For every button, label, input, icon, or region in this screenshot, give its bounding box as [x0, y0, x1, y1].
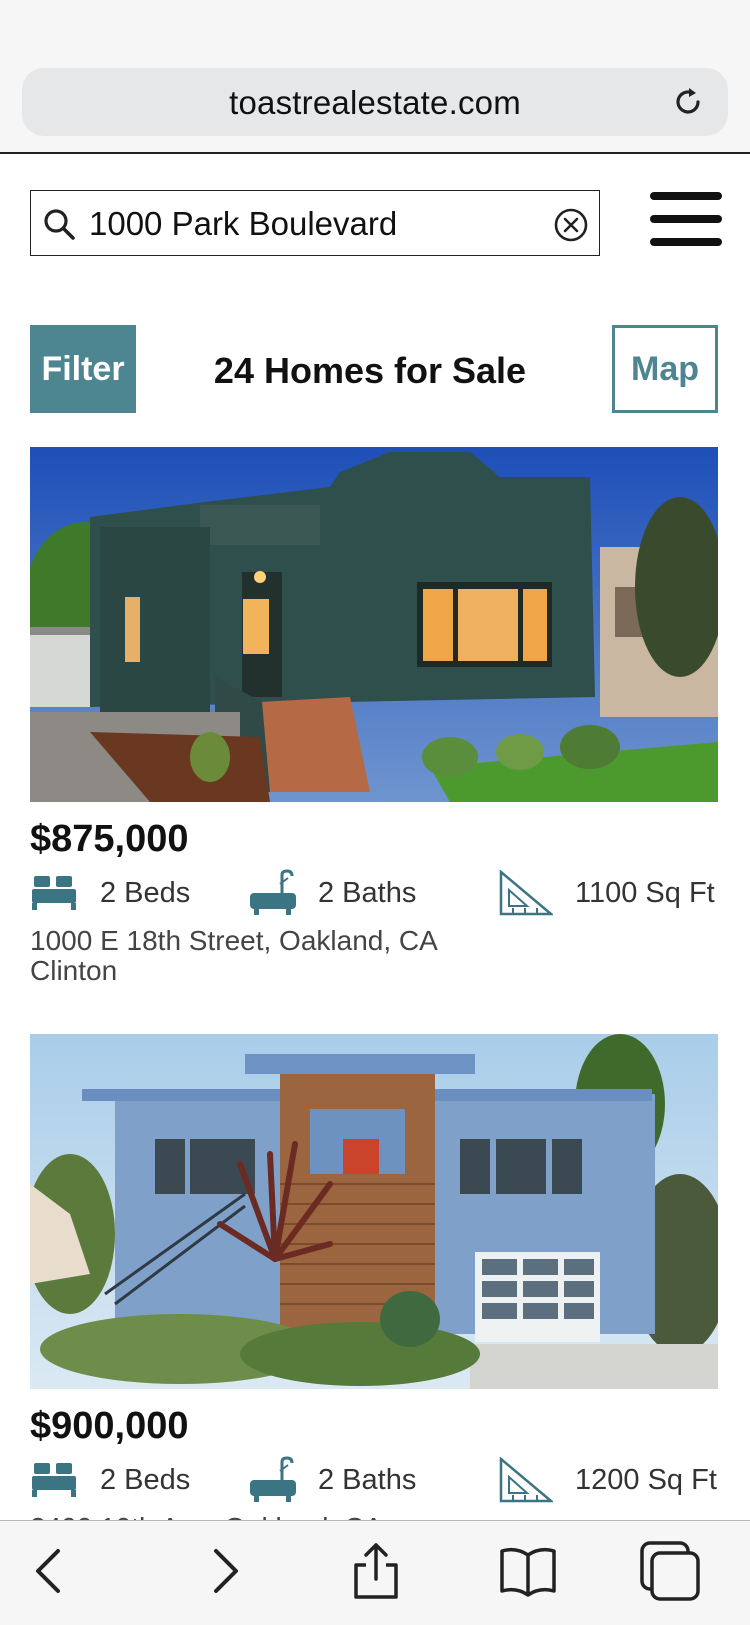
- listing-neighborhood: Clinton: [30, 955, 118, 986]
- url-text: toastrealestate.com: [229, 84, 521, 121]
- hamburger-menu-icon[interactable]: [650, 192, 722, 254]
- map-button[interactable]: Map: [612, 325, 718, 413]
- ruler-triangle-icon: [499, 870, 553, 916]
- listing-price: $900,000: [30, 1405, 189, 1447]
- bathtub-icon: [250, 1456, 296, 1502]
- sqft-feature: 1200 Sq Ft: [499, 1455, 717, 1505]
- beds-feature: 2 Beds: [30, 868, 190, 918]
- browser-address-bar: toastrealestate.com: [0, 0, 750, 154]
- listing-price: $875,000: [30, 818, 189, 860]
- results-count-title: 24 Homes for Sale: [213, 350, 527, 391]
- back-icon[interactable]: [22, 1543, 78, 1599]
- bathtub-icon: [250, 869, 296, 915]
- beds-label: 2 Beds: [100, 876, 191, 909]
- tabs-icon[interactable]: [640, 1541, 702, 1603]
- search-input[interactable]: 1000 Park Boulevard: [89, 205, 397, 243]
- listing-card[interactable]: $875,000 2 Beds 2 Baths 1100 Sq Ft 1000 …: [30, 447, 718, 986]
- clear-search-icon[interactable]: [553, 207, 589, 243]
- share-icon[interactable]: [348, 1543, 404, 1599]
- bookmarks-icon[interactable]: [500, 1543, 556, 1599]
- search-bar[interactable]: 1000 Park Boulevard: [30, 190, 600, 256]
- url-field[interactable]: toastrealestate.com: [22, 68, 728, 136]
- baths-feature: 2 Baths: [248, 1455, 416, 1505]
- ruler-triangle-icon: [499, 1457, 553, 1503]
- house-photo[interactable]: [30, 447, 718, 802]
- sqft-label: 1100 Sq Ft: [575, 876, 715, 909]
- bed-icon: [32, 1463, 76, 1497]
- bed-icon: [32, 876, 76, 910]
- listing-features: 2 Beds 2 Baths 1100 Sq Ft: [30, 868, 718, 926]
- search-icon: [44, 209, 75, 240]
- forward-icon[interactable]: [196, 1543, 252, 1599]
- listing-address: 1000 E 18th Street, Oakland, CA: [30, 925, 438, 956]
- sqft-feature: 1100 Sq Ft: [499, 868, 715, 918]
- house-photo[interactable]: [30, 1034, 718, 1389]
- baths-label: 2 Baths: [318, 876, 417, 909]
- baths-feature: 2 Baths: [248, 868, 416, 918]
- listing-card[interactable]: $900,000 2 Beds 2 Baths 1200 Sq Ft: [30, 1034, 718, 1543]
- reload-icon[interactable]: [670, 84, 706, 120]
- baths-label: 2 Baths: [318, 1463, 417, 1496]
- listing-features: 2 Beds 2 Baths 1200 Sq Ft: [30, 1455, 718, 1513]
- filter-button[interactable]: Filter: [30, 325, 136, 413]
- browser-toolbar: [0, 1520, 750, 1625]
- sqft-label: 1200 Sq Ft: [575, 1463, 717, 1496]
- beds-label: 2 Beds: [100, 1463, 191, 1496]
- beds-feature: 2 Beds: [30, 1455, 190, 1505]
